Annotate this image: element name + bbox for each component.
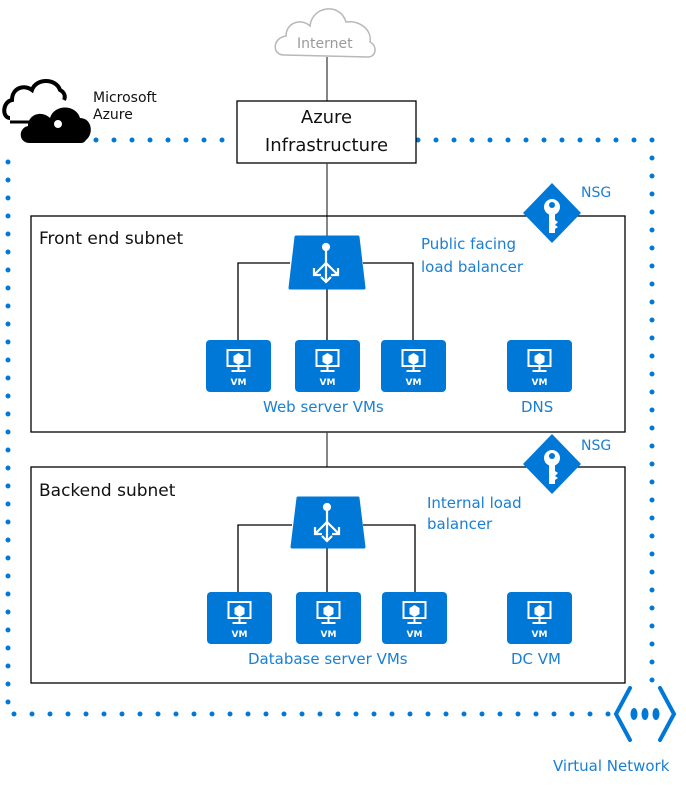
azure-logo-line1: Microsoft <box>93 90 157 106</box>
vm-badge-label: VM <box>532 378 548 388</box>
vm-badge-label: VM <box>321 630 337 640</box>
azure-cloud-logo-icon <box>2 79 91 143</box>
vm-badge-label: VM <box>407 630 423 640</box>
vm-badge-label: VM <box>231 378 247 388</box>
frontend-nsg-label: NSG <box>581 185 612 201</box>
internet-label: Internet <box>297 36 353 52</box>
frontend-lb-label-line2: load balancer <box>421 258 524 276</box>
web-server-vm-3-tile: VM <box>381 340 446 392</box>
vm-badge-label: VM <box>406 378 422 388</box>
backend-nsg-shield-icon <box>523 434 581 494</box>
dc-vm-label: DC VM <box>511 650 561 668</box>
database-server-vm-1-tile: VM <box>207 592 272 644</box>
frontend-vm-group-label: Web server VMs <box>263 398 384 416</box>
database-server-vm-3-tile: VM <box>382 592 447 644</box>
frontend-lb-label-line1: Public facing <box>421 235 517 253</box>
dns-vm-label: DNS <box>521 398 554 416</box>
web-server-vm-2-tile: VM <box>295 340 360 392</box>
frontend-subnet-title: Front end subnet <box>39 229 184 249</box>
vm-badge-label: VM <box>232 630 248 640</box>
virtual-network-icon <box>613 686 677 742</box>
dc-vm-tile: VM <box>507 592 572 644</box>
backend-load-balancer-icon <box>290 496 366 549</box>
backend-vm-group-label: Database server VMs <box>248 650 408 668</box>
azure-infrastructure-line1: Azure <box>300 107 353 128</box>
web-server-vm-1-tile: VM <box>206 340 271 392</box>
backend-lb-label-line1: Internal load <box>427 494 522 512</box>
azure-infrastructure-line2: Infrastructure <box>264 135 389 156</box>
azure-logo-line2: Azure <box>93 107 133 123</box>
frontend-nsg-shield-icon <box>523 183 581 243</box>
dns-vm-tile: VM <box>507 340 572 392</box>
backend-lb-label-line2: balancer <box>427 515 493 533</box>
vm-badge-label: VM <box>320 378 336 388</box>
backend-subnet-title: Backend subnet <box>39 481 176 501</box>
virtual-network-label: Virtual Network <box>553 757 670 775</box>
vm-badge-label: VM <box>532 630 548 640</box>
database-server-vm-2-tile: VM <box>296 592 361 644</box>
backend-nsg-label: NSG <box>581 438 612 454</box>
frontend-load-balancer-icon <box>288 235 366 290</box>
